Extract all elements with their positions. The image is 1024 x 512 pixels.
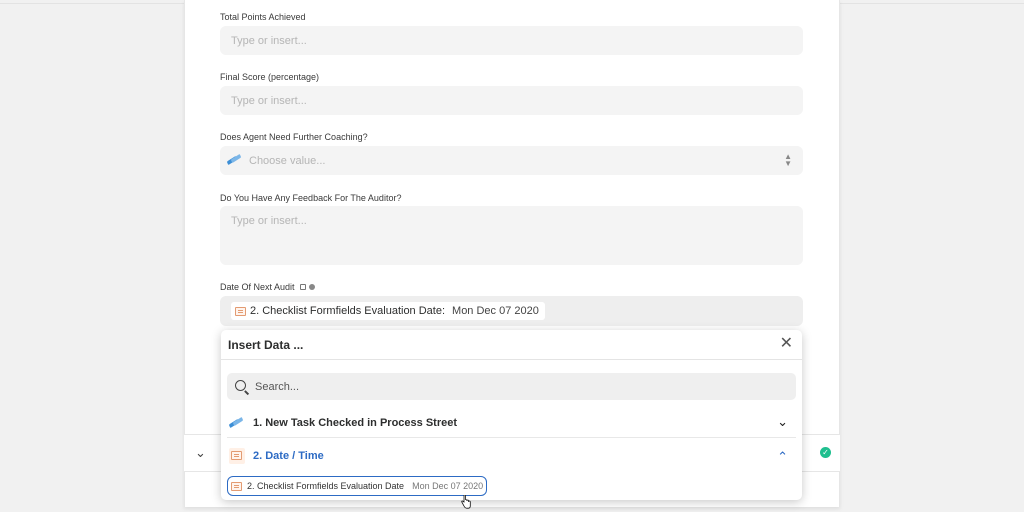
search-icon <box>235 380 246 391</box>
date-time-icon <box>231 481 242 491</box>
popup-header: Insert Data ... ✕ <box>221 330 802 360</box>
popup-title: Insert Data ... <box>228 338 304 352</box>
chevron-up-icon[interactable]: ⌃ <box>777 449 788 465</box>
feedback-textarea[interactable]: Type or insert... <box>220 206 803 265</box>
group-new-task-checked[interactable]: 1. New Task Checked in Process Street ⌄ <box>227 408 796 438</box>
field-label-total-points: Total Points Achieved <box>220 12 306 22</box>
group-label: 1. New Task Checked in Process Street <box>253 417 457 429</box>
check-circle-icon: ✓ <box>820 447 831 458</box>
process-street-icon <box>229 416 244 431</box>
date-next-audit-input[interactable]: 2. Checklist Formfields Evaluation Date:… <box>220 296 803 326</box>
hand-cursor-icon <box>461 495 471 509</box>
chip-label: 2. Checklist Formfields Evaluation Date: <box>250 305 446 317</box>
field-label-further-coaching: Does Agent Need Further Coaching? <box>220 132 368 142</box>
group-date-time[interactable]: 2. Date / Time ⌃ <box>227 441 796 471</box>
field-label-feedback: Do You Have Any Feedback For The Auditor… <box>220 193 402 203</box>
placeholder: Choose value... <box>249 155 326 167</box>
select-arrows-icon: ▲ ▼ <box>784 152 792 168</box>
field-label-final-score: Final Score (percentage) <box>220 72 320 82</box>
mapped-data-chip[interactable]: 2. Checklist Formfields Evaluation Date:… <box>231 302 545 320</box>
item-value: Mon Dec 07 2020 <box>412 481 484 491</box>
close-icon[interactable]: ✕ <box>780 336 793 352</box>
further-coaching-select[interactable]: Choose value... ▲ ▼ <box>220 146 803 175</box>
placeholder: Type or insert... <box>231 215 307 227</box>
field-label-date-next-audit: Date Of Next Audit <box>220 282 315 292</box>
group-label: 2. Date / Time <box>253 450 324 462</box>
final-score-input[interactable]: Type or insert... <box>220 86 803 115</box>
date-time-icon <box>235 306 246 316</box>
placeholder: Type or insert... <box>231 95 307 107</box>
label-text: Date Of Next Audit <box>220 282 295 292</box>
info-icon <box>308 284 315 290</box>
insert-data-popup: Insert Data ... ✕ Search... 1. New Task … <box>221 330 802 500</box>
insert-item-evaluation-date[interactable]: 2. Checklist Formfields Evaluation Date … <box>227 476 488 496</box>
chip-value: Mon Dec 07 2020 <box>452 305 539 317</box>
search-input[interactable]: Search... <box>227 373 796 400</box>
total-points-input[interactable]: Type or insert... <box>220 26 803 55</box>
item-label: 2. Checklist Formfields Evaluation Date <box>247 481 405 491</box>
process-street-icon <box>227 153 242 168</box>
calendar-icon <box>300 284 307 290</box>
date-time-icon-wrap <box>229 448 245 464</box>
chevron-down-icon[interactable]: ⌄ <box>195 445 206 461</box>
date-time-icon <box>231 451 242 460</box>
chevron-down-icon[interactable]: ⌄ <box>777 414 788 430</box>
placeholder: Type or insert... <box>231 35 307 47</box>
search-placeholder: Search... <box>255 381 300 393</box>
